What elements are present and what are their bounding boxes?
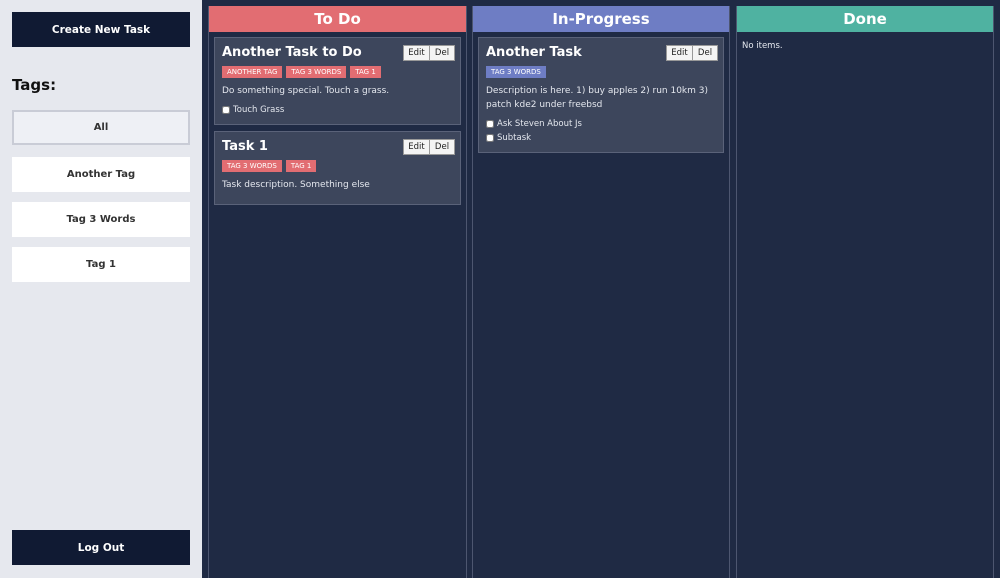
tag-pill: TAG 1 <box>350 66 381 78</box>
tag-filter-all[interactable]: All <box>12 110 190 145</box>
task-tags: TAG 3 WORDS <box>486 66 716 78</box>
task-description: Do something special. Touch a grass. <box>222 86 390 96</box>
log-out-button[interactable]: Log Out <box>12 530 190 565</box>
column-header-todo: To Do <box>209 6 466 32</box>
subtask-item[interactable]: Subtask <box>486 131 716 145</box>
delete-button[interactable]: Del <box>693 45 718 61</box>
task-tags: TAG 3 WORDS TAG 1 <box>222 160 453 172</box>
task-card[interactable]: Another Task Edit Del TAG 3 WORDS Descri… <box>478 37 724 153</box>
column-todo: To Do Another Task to Do Edit Del ANOTHE… <box>208 6 467 578</box>
tag-pill: TAG 3 WORDS <box>286 66 347 78</box>
create-new-task-button[interactable]: Create New Task <box>12 12 190 47</box>
column-done: Done No items. <box>736 6 994 578</box>
column-body-in-progress: Another Task Edit Del TAG 3 WORDS Descri… <box>473 32 729 164</box>
edit-button[interactable]: Edit <box>403 45 430 61</box>
task-card[interactable]: Task 1 Edit Del TAG 3 WORDS TAG 1 Task d… <box>214 131 461 205</box>
empty-state-text: No items. <box>742 41 783 51</box>
subtask-label: Subtask <box>497 133 532 143</box>
column-body-todo: Another Task to Do Edit Del ANOTHER TAG … <box>209 32 466 216</box>
tag-pill: ANOTHER TAG <box>222 66 283 78</box>
task-description: Description is here. 1) buy apples 2) ru… <box>486 86 708 110</box>
task-description: Task description. Something else <box>222 180 370 190</box>
task-card[interactable]: Another Task to Do Edit Del ANOTHER TAG … <box>214 37 461 125</box>
subtask-checkbox[interactable] <box>486 134 494 142</box>
subtask-label: Touch Grass <box>233 105 285 115</box>
task-tags: ANOTHER TAG TAG 3 WORDS TAG 1 <box>222 66 453 78</box>
tag-pill: TAG 1 <box>285 160 317 172</box>
task-actions: Edit Del <box>666 45 718 61</box>
column-header-in-progress: In-Progress <box>473 6 729 32</box>
tag-pill: TAG 3 WORDS <box>222 160 282 172</box>
column-header-done: Done <box>737 6 993 32</box>
column-body-done: No items. <box>737 32 993 56</box>
edit-button[interactable]: Edit <box>403 139 430 155</box>
task-actions: Edit Del <box>403 139 455 155</box>
subtask-label: Ask Steven About Js <box>497 119 582 129</box>
subtask-item[interactable]: Ask Steven About Js <box>486 117 716 131</box>
subtask-checkbox[interactable] <box>486 120 494 128</box>
tag-filter-tag-3-words[interactable]: Tag 3 Words <box>12 202 190 237</box>
sidebar: Create New Task Tags: All Another Tag Ta… <box>0 0 202 578</box>
column-in-progress: In-Progress Another Task Edit Del TAG 3 … <box>472 6 730 578</box>
tags-heading: Tags: <box>12 76 57 94</box>
subtask-item[interactable]: Touch Grass <box>222 103 453 117</box>
delete-button[interactable]: Del <box>430 45 455 61</box>
task-actions: Edit Del <box>403 45 455 61</box>
tag-filter-another-tag[interactable]: Another Tag <box>12 157 190 192</box>
subtask-checkbox[interactable] <box>222 106 230 114</box>
tag-filter-tag-1[interactable]: Tag 1 <box>12 247 190 282</box>
tag-pill: TAG 3 WORDS <box>486 66 546 78</box>
edit-button[interactable]: Edit <box>666 45 693 61</box>
delete-button[interactable]: Del <box>430 139 455 155</box>
